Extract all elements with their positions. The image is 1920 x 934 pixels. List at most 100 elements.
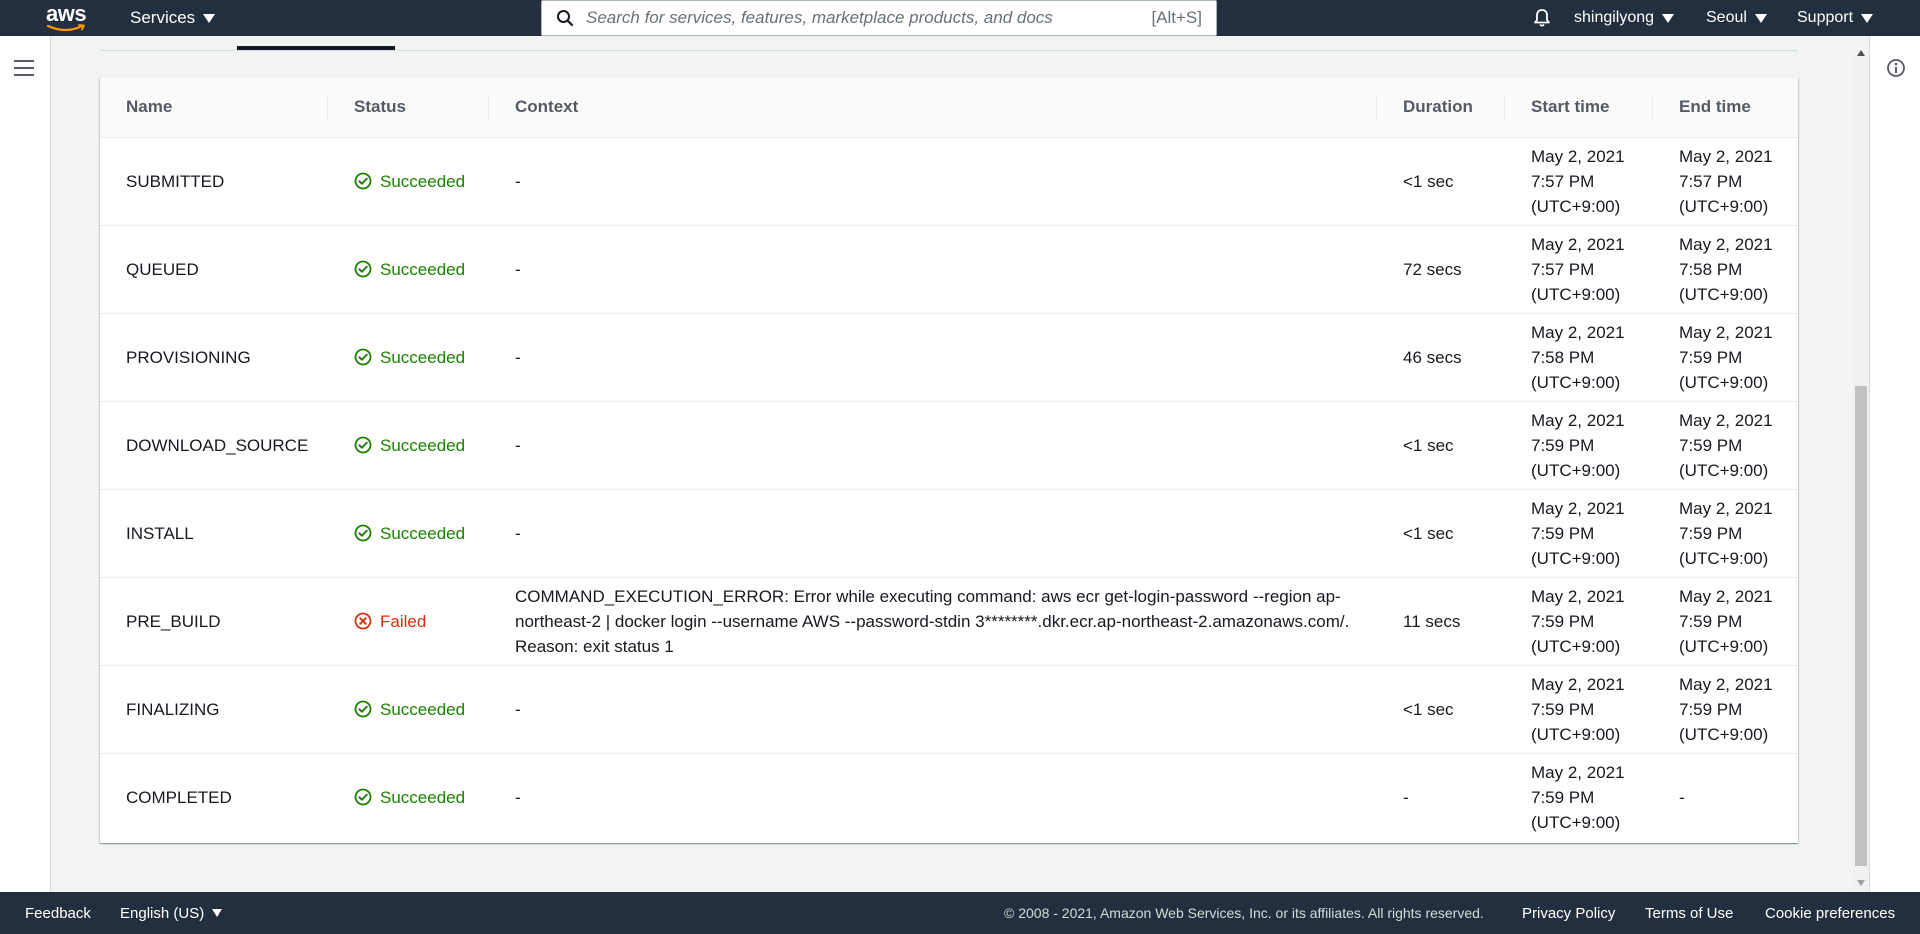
search-icon: [557, 10, 574, 27]
services-label: Services: [130, 8, 196, 27]
start-time-line: (UTC+9:00): [1531, 812, 1621, 832]
end-time-line: May 2, 2021: [1679, 410, 1773, 430]
end-time-line: (UTC+9:00): [1679, 636, 1769, 656]
caret-down-icon: [1662, 13, 1675, 23]
end-time-line: (UTC+9:00): [1679, 724, 1769, 744]
search-bar[interactable]: [Alt+S]: [541, 0, 1217, 36]
column-header-duration[interactable]: Duration: [1377, 78, 1505, 138]
column-header-context[interactable]: Context: [489, 78, 1377, 138]
end-time-line: 7:59 PM: [1679, 611, 1743, 631]
phase-status-cell: Succeeded: [328, 225, 489, 314]
status-indicator: Succeeded: [354, 785, 469, 810]
search-input[interactable]: [586, 8, 1152, 28]
status-indicator: Succeeded: [354, 521, 469, 546]
scrollbar-thumb[interactable]: [1855, 386, 1867, 866]
start-time-line: 7:59 PM: [1531, 435, 1595, 455]
services-menu[interactable]: Services: [130, 0, 216, 36]
end-time-line: -: [1679, 787, 1685, 807]
start-time-line: May 2, 2021: [1531, 586, 1625, 606]
start-time-line: (UTC+9:00): [1531, 548, 1621, 568]
page-footer: Feedback English (US) © 2008 - 2021, Ama…: [0, 892, 1920, 934]
support-menu[interactable]: Support: [1797, 0, 1874, 36]
aws-logo[interactable]: aws: [46, 3, 90, 32]
end-time-line: (UTC+9:00): [1679, 460, 1769, 480]
status-label: Succeeded: [380, 347, 466, 367]
check-circle-icon: [354, 524, 372, 542]
phase-start-time-cell: May 2, 2021 7:57 PM (UTC+9:00): [1505, 137, 1653, 226]
start-time-line: 7:57 PM: [1531, 171, 1595, 191]
phase-end-time-cell: May 2, 2021 7:59 PM (UTC+9:00): [1653, 577, 1798, 666]
phase-status-cell: Succeeded: [328, 137, 489, 226]
scroll-down-arrow-icon[interactable]: [1857, 880, 1865, 886]
end-time-line: 7:58 PM: [1679, 259, 1743, 279]
phase-context-cell: -: [515, 787, 521, 807]
terms-of-use-link[interactable]: Terms of Use: [1645, 892, 1733, 934]
language-selector[interactable]: English (US): [120, 892, 223, 934]
info-icon[interactable]: [1886, 58, 1906, 78]
column-header-status[interactable]: Status: [328, 78, 489, 138]
phase-start-time-cell: May 2, 2021 7:59 PM (UTC+9:00): [1505, 753, 1653, 841]
phase-duration-cell: <1 sec: [1377, 137, 1505, 226]
phase-name-cell: COMPLETED: [126, 787, 232, 807]
start-time-line: (UTC+9:00): [1531, 636, 1621, 656]
phase-start-time-cell: May 2, 2021 7:59 PM (UTC+9:00): [1505, 577, 1653, 666]
hamburger-menu-icon[interactable]: [14, 60, 34, 76]
end-time-line: May 2, 2021: [1679, 234, 1773, 254]
status-label: Succeeded: [380, 435, 466, 455]
phase-context-cell: -: [489, 137, 1377, 226]
language-label: English (US): [120, 904, 205, 922]
account-menu[interactable]: shingilyong: [1574, 0, 1675, 36]
scroll-up-arrow-icon[interactable]: [1857, 50, 1865, 56]
start-time-line: 7:59 PM: [1531, 611, 1595, 631]
phase-end-time-cell: -: [1653, 753, 1798, 841]
start-time-line: May 2, 2021: [1531, 146, 1625, 166]
region-menu[interactable]: Seoul: [1706, 0, 1767, 36]
phase-context-cell: -: [489, 225, 1377, 314]
cookie-preferences-link[interactable]: Cookie preferences: [1765, 892, 1895, 934]
end-time-line: (UTC+9:00): [1679, 548, 1769, 568]
phase-status-cell: Failed: [328, 577, 489, 666]
status-indicator: Succeeded: [354, 697, 469, 722]
privacy-policy-link[interactable]: Privacy Policy: [1522, 892, 1615, 934]
table-row: DOWNLOAD_SOURCE Succeeded - <1 sec May 2, 20…: [100, 401, 1798, 490]
column-header-end-time[interactable]: End time: [1653, 78, 1798, 138]
end-time-line: (UTC+9:00): [1679, 372, 1769, 392]
end-time-line: 7:59 PM: [1679, 347, 1743, 367]
end-time-line: (UTC+9:00): [1679, 196, 1769, 216]
bell-icon[interactable]: [1532, 8, 1552, 28]
phase-context-cell: COMMAND_EXECUTION_ERROR: Error while exe…: [489, 577, 1377, 666]
phase-duration-cell: 46 secs: [1377, 313, 1505, 402]
status-label: Failed: [380, 611, 427, 631]
phase-context-cell: -: [489, 401, 1377, 490]
top-navigation: aws Services [Alt+S] shingilyong Seoul S…: [0, 0, 1920, 36]
status-indicator: Failed: [354, 609, 469, 634]
check-circle-icon: [354, 348, 372, 366]
feedback-link[interactable]: Feedback: [25, 892, 91, 934]
phase-status-cell: Succeeded: [328, 665, 489, 754]
start-time-line: 7:57 PM: [1531, 259, 1595, 279]
end-time-line: May 2, 2021: [1679, 322, 1773, 342]
start-time-line: May 2, 2021: [1531, 498, 1625, 518]
start-time-line: (UTC+9:00): [1531, 724, 1621, 744]
phase-end-time-cell: May 2, 2021 7:59 PM (UTC+9:00): [1653, 401, 1798, 490]
end-time-line: (UTC+9:00): [1679, 284, 1769, 304]
column-header-start-time[interactable]: Start time: [1505, 78, 1653, 138]
phase-context-cell: -: [489, 489, 1377, 578]
phase-end-time-cell: May 2, 2021 7:59 PM (UTC+9:00): [1653, 489, 1798, 578]
start-time-line: 7:59 PM: [1531, 787, 1595, 807]
column-header-name[interactable]: Name: [100, 78, 328, 138]
phase-end-time-cell: May 2, 2021 7:59 PM (UTC+9:00): [1653, 313, 1798, 402]
phase-name-cell: QUEUED: [100, 225, 328, 314]
x-circle-icon: [354, 612, 372, 630]
status-indicator: Succeeded: [354, 433, 469, 458]
phase-name-cell: PRE_BUILD: [100, 577, 328, 666]
start-time-line: May 2, 2021: [1531, 322, 1625, 342]
phase-duration-cell: <1 sec: [1377, 489, 1505, 578]
search-shortcut-hint: [Alt+S]: [1151, 8, 1202, 27]
start-time-line: 7:59 PM: [1531, 523, 1595, 543]
phase-status-cell: Succeeded: [328, 489, 489, 578]
start-time-line: May 2, 2021: [1531, 674, 1625, 694]
end-time-line: May 2, 2021: [1679, 498, 1773, 518]
status-indicator: Succeeded: [354, 345, 469, 370]
page-scrollbar[interactable]: [1853, 50, 1869, 890]
